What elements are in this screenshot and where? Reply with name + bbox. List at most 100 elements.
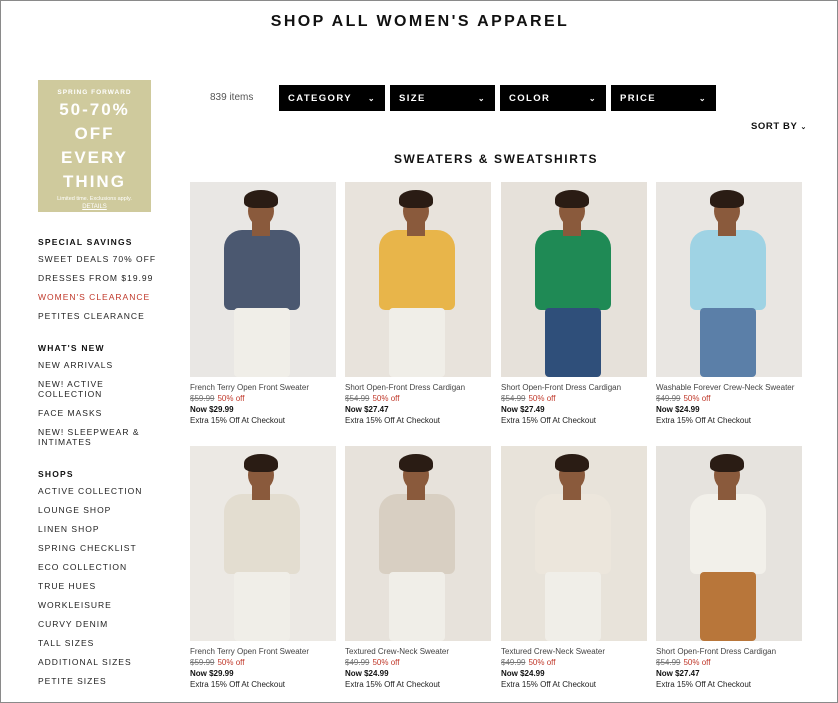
- product-card[interactable]: Short Open-Front Dress Cardigan $54.99 50%…: [345, 182, 491, 425]
- product-image[interactable]: [190, 446, 336, 641]
- product-name[interactable]: Short Open-Front Dress Cardigan: [345, 383, 491, 392]
- garment: [224, 230, 300, 310]
- discount-percent: 50% off: [528, 394, 556, 403]
- sidebar-link[interactable]: PETITES CLEARANCE: [38, 311, 158, 321]
- sidebar-link[interactable]: PETITE SIZES: [38, 676, 158, 686]
- sidebar-link[interactable]: SWEET DEALS 70% OFF: [38, 254, 158, 264]
- sidebar-link[interactable]: LOUNGE SHOP: [38, 505, 158, 515]
- product-card[interactable]: French Terry Open Front Sweater $59.99 50%…: [190, 446, 336, 689]
- model-hair: [244, 454, 278, 472]
- product-card[interactable]: Textured Crew-Neck Sweater $49.99 50% off N…: [501, 446, 647, 689]
- model-neck: [407, 486, 425, 500]
- promo-line3: EVERY: [60, 148, 128, 167]
- model-hair: [710, 190, 744, 208]
- product-image[interactable]: [656, 182, 802, 377]
- sidebar-link[interactable]: TRUE HUES: [38, 581, 158, 591]
- sidebar-link[interactable]: ECO COLLECTION: [38, 562, 158, 572]
- discount-percent: 50% off: [217, 658, 245, 667]
- product-card[interactable]: Short Open-Front Dress Cardigan $54.99 50%…: [501, 182, 647, 425]
- sidebar-section: SPECIAL SAVINGS SWEET DEALS 70% OFF DRESSE…: [38, 237, 158, 321]
- garment: [379, 230, 455, 310]
- promo-details-link[interactable]: DETAILS: [38, 204, 151, 210]
- sidebar-link[interactable]: NEW! ACTIVE COLLECTION: [38, 379, 158, 399]
- model-neck: [407, 222, 425, 236]
- sidebar-link[interactable]: ADDITIONAL SIZES: [38, 657, 158, 667]
- extra-discount: Extra 15% Off At Checkout: [501, 680, 597, 689]
- filter-category[interactable]: CATEGORY ⌄: [279, 85, 385, 111]
- sidebar-link[interactable]: WOMEN'S CLEARANCE: [38, 292, 158, 302]
- sidebar-link[interactable]: ACTIVE COLLECTION: [38, 486, 158, 496]
- product-name[interactable]: Textured Crew-Neck Sweater: [345, 647, 491, 656]
- sidebar-link[interactable]: TALL SIZES: [38, 638, 158, 648]
- product-name[interactable]: French Terry Open Front Sweater: [190, 647, 336, 656]
- sidebar-heading: WHAT'S NEW: [38, 343, 105, 353]
- product-card[interactable]: Textured Crew-Neck Sweater $49.99 50% off N…: [345, 446, 491, 689]
- sidebar-heading: SPECIAL SAVINGS: [38, 237, 133, 247]
- product-image[interactable]: [501, 182, 647, 377]
- promo-banner[interactable]: SPRING FORWARD 50-70% OFF EVERY THING Li…: [38, 80, 151, 212]
- chevron-down-icon: ⌄: [800, 124, 807, 131]
- extra-discount: Extra 15% Off At Checkout: [656, 680, 752, 689]
- sidebar-link[interactable]: DRESSES FROM $19.99: [38, 273, 158, 283]
- product-image[interactable]: [501, 446, 647, 641]
- product-card[interactable]: French Terry Open Front Sweater $59.99 50%…: [190, 182, 336, 425]
- chevron-down-icon: ⌄: [698, 93, 707, 103]
- sidebar-link[interactable]: SPRING CHECKLIST: [38, 543, 158, 553]
- product-card[interactable]: Short Open-Front Dress Cardigan $54.99 50%…: [656, 446, 802, 689]
- model-neck: [563, 222, 581, 236]
- garment: [224, 494, 300, 574]
- extra-discount: Extra 15% Off At Checkout: [656, 416, 752, 425]
- filter-size[interactable]: SIZE ⌄: [390, 85, 495, 111]
- model-legs: [389, 308, 445, 377]
- model-hair: [710, 454, 744, 472]
- product-image[interactable]: [345, 182, 491, 377]
- sidebar-link[interactable]: FACE MASKS: [38, 408, 158, 418]
- garment: [535, 494, 611, 574]
- chevron-down-icon: ⌄: [367, 93, 376, 103]
- discount-percent: 50% off: [372, 658, 400, 667]
- page-title: SHOP ALL WOMEN'S APPAREL: [270, 13, 570, 30]
- filter-price[interactable]: PRICE ⌄: [611, 85, 716, 111]
- product-name[interactable]: Short Open-Front Dress Cardigan: [656, 647, 802, 656]
- product-image[interactable]: [345, 446, 491, 641]
- product-name[interactable]: Textured Crew-Neck Sweater: [501, 647, 647, 656]
- sidebar-link[interactable]: LINEN SHOP: [38, 524, 158, 534]
- product-prices: $49.99 50% off: [345, 658, 491, 667]
- sidebar-link[interactable]: CURVY DENIM: [38, 619, 158, 629]
- sort-by-dropdown[interactable]: SORT BY ⌄: [751, 121, 807, 132]
- original-price: $49.99: [501, 658, 526, 667]
- filter-label: SIZE: [399, 92, 426, 104]
- garment: [535, 230, 611, 310]
- filter-label: CATEGORY: [288, 92, 352, 104]
- product-prices: $59.99 50% off: [190, 658, 336, 667]
- sale-price: Now $27.47: [345, 405, 389, 414]
- product-prices: $59.99 50% off: [190, 394, 336, 403]
- product-prices: $54.99 50% off: [345, 394, 491, 403]
- product-image[interactable]: [190, 182, 336, 377]
- sidebar-section: SHOPS ACTIVE COLLECTION LOUNGE SHOP LINEN S…: [38, 469, 158, 686]
- product-prices: $54.99 50% off: [656, 658, 802, 667]
- sale-price: Now $29.99: [190, 405, 234, 414]
- original-price: $59.99: [190, 658, 215, 667]
- discount-percent: 50% off: [372, 394, 400, 403]
- original-price: $54.99: [501, 394, 526, 403]
- model-hair: [555, 454, 589, 472]
- product-name[interactable]: French Terry Open Front Sweater: [190, 383, 336, 392]
- model-legs: [234, 572, 290, 641]
- model-hair: [399, 454, 433, 472]
- product-image[interactable]: [656, 446, 802, 641]
- extra-discount: Extra 15% Off At Checkout: [345, 416, 441, 425]
- discount-percent: 50% off: [528, 658, 556, 667]
- product-card[interactable]: Washable Forever Crew-Neck Sweater $49.99…: [656, 182, 802, 425]
- sidebar-link[interactable]: WORKLEISURE: [38, 600, 158, 610]
- sidebar-link[interactable]: NEW ARRIVALS: [38, 360, 158, 370]
- sidebar-link[interactable]: NEW! SLEEPWEAR & INTIMATES: [38, 427, 158, 447]
- filter-color[interactable]: COLOR ⌄: [500, 85, 606, 111]
- model-hair: [244, 190, 278, 208]
- promo-line1: 50-70%: [59, 100, 130, 119]
- sale-price: Now $27.49: [501, 405, 545, 414]
- product-name[interactable]: Washable Forever Crew-Neck Sweater: [656, 383, 802, 392]
- extra-discount: Extra 15% Off At Checkout: [501, 416, 597, 425]
- item-count: 839 items: [210, 92, 254, 103]
- product-name[interactable]: Short Open-Front Dress Cardigan: [501, 383, 647, 392]
